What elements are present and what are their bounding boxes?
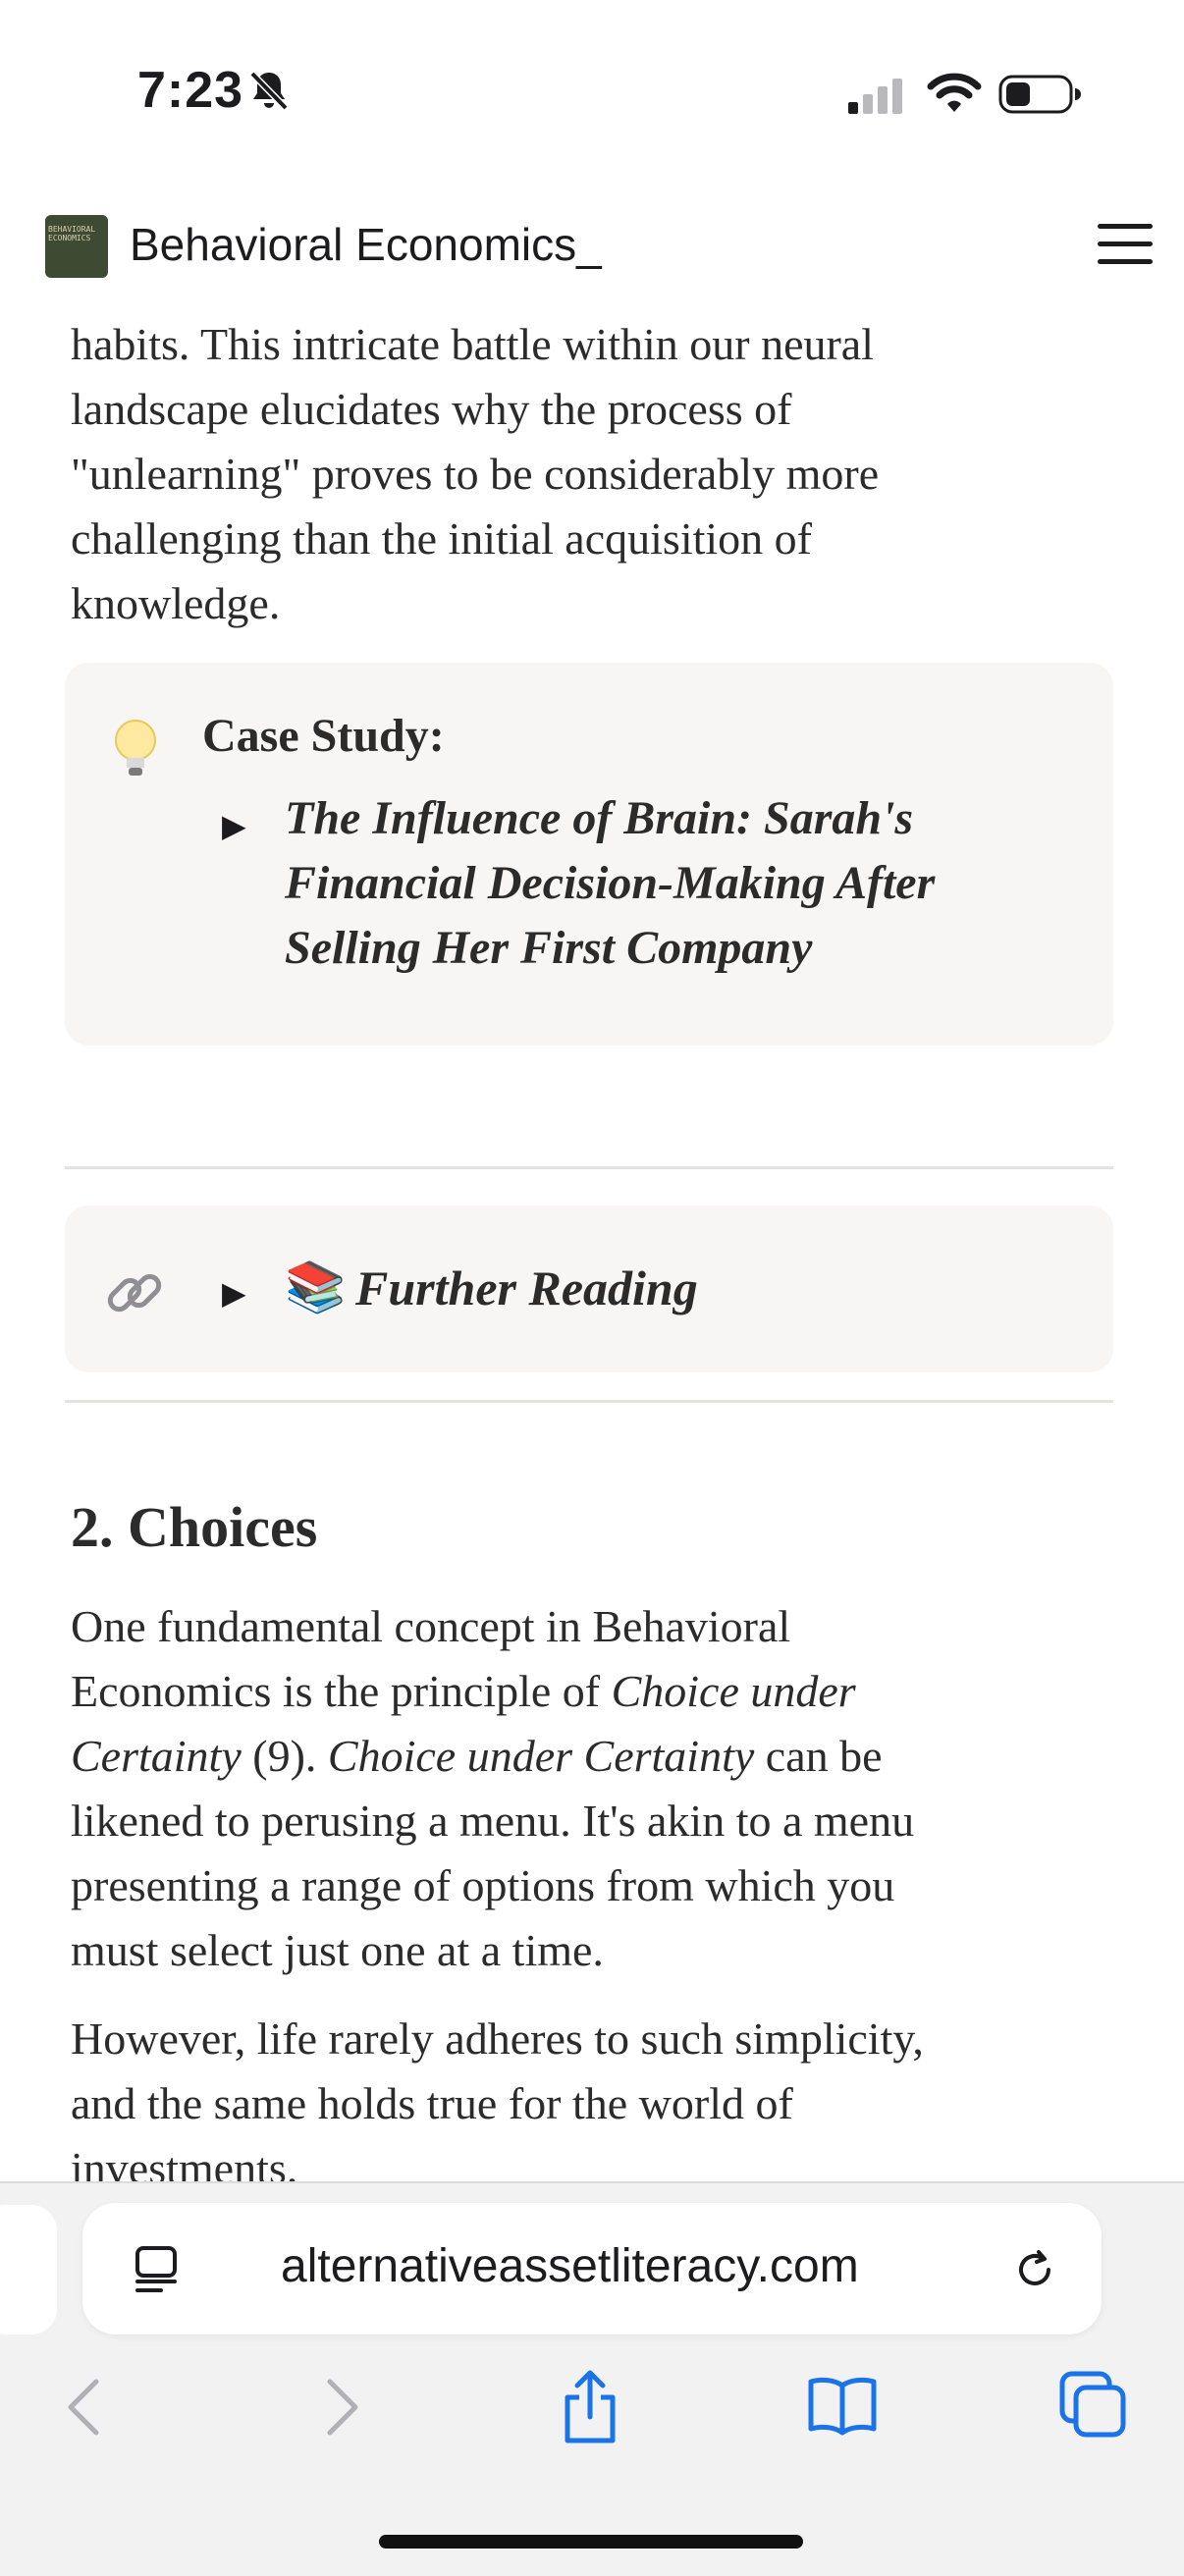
bookmarks-icon[interactable]	[805, 2374, 880, 2437]
home-indicator	[379, 2535, 803, 2549]
site-title[interactable]: Behavioral Economics_	[130, 218, 602, 271]
page-menu-icon[interactable]	[132, 2244, 181, 2295]
text-line: knowledge.	[71, 578, 281, 628]
text-line: habits. This intricate battle within our…	[71, 319, 875, 369]
text-line: must select just one at a time.	[71, 1925, 604, 1975]
text-line: Selling Her First Company	[285, 922, 813, 974]
disclosure-triangle-icon[interactable]: ▶	[222, 1274, 246, 1312]
case-study-toggle[interactable]: The Influence of Brain: Sarah's Financia…	[285, 786, 1070, 981]
text-line: The Influence of Brain: Sarah's	[285, 792, 914, 844]
text-line: and the same holds true for the world of	[71, 2078, 793, 2128]
logo-text: BEHAVIORAL ECONOMICS	[48, 225, 96, 242]
bell-muted-icon	[249, 71, 289, 111]
disclosure-triangle-icon[interactable]: ▶	[222, 807, 246, 844]
wifi-icon	[927, 73, 982, 112]
text-line: Certainty (9). Choice under Certainty ca…	[71, 1731, 883, 1781]
intro-paragraph: habits. This intricate battle within our…	[71, 312, 1052, 636]
url-text[interactable]: alternativeassetliteracy.com	[281, 2239, 859, 2293]
text-line: Financial Decision-Making After	[285, 857, 936, 909]
divider	[65, 1166, 1113, 1169]
tabs-icon[interactable]	[1058, 2370, 1129, 2441]
further-reading-toggle[interactable]: Further Reading	[355, 1260, 698, 1316]
section-paragraph: One fundamental concept in Behavioral Ec…	[71, 1594, 1052, 1983]
section-paragraph: However, life rarely adheres to such sim…	[71, 2007, 1052, 2201]
case-study-label: Case Study:	[202, 710, 445, 762]
text-line: One fundamental concept in Behavioral	[71, 1601, 791, 1651]
books-icon: 📚	[285, 1260, 347, 1315]
text-line: Economics is the principle of Choice und…	[71, 1666, 856, 1716]
section-heading: 2. Choices	[71, 1495, 318, 1559]
status-time: 7:23	[137, 62, 244, 119]
text-line: landscape elucidates why the process of	[71, 384, 792, 434]
back-icon[interactable]	[63, 2376, 106, 2439]
share-icon[interactable]	[558, 2368, 622, 2446]
reload-icon[interactable]	[1009, 2244, 1060, 2295]
status-bar: 7:23	[0, 0, 1184, 187]
text-line: However, life rarely adheres to such sim…	[71, 2013, 924, 2064]
text-line: presenting a range of options from which…	[71, 1860, 895, 1910]
text-line: "unlearning" proves to be considerably m…	[71, 449, 880, 499]
site-logo[interactable]: BEHAVIORAL ECONOMICS	[45, 215, 108, 278]
lightbulb-icon	[115, 720, 156, 776]
text-line: challenging than the initial acquisition…	[71, 513, 812, 564]
battery-icon	[998, 75, 1081, 114]
forward-icon[interactable]	[320, 2376, 363, 2439]
text-line: likened to perusing a menu. It's akin to…	[71, 1796, 915, 1846]
cellular-signal-icon	[848, 79, 902, 114]
hamburger-menu-icon[interactable]	[1098, 224, 1153, 269]
link-icon	[107, 1273, 162, 1313]
divider	[65, 1400, 1113, 1403]
previous-tab-preview[interactable]	[0, 2205, 57, 2334]
